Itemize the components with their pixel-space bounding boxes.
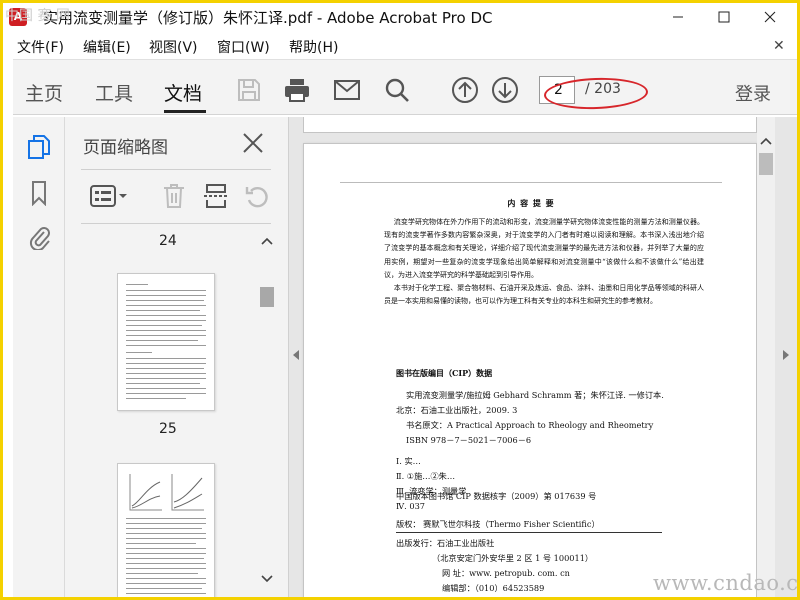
tab-document[interactable]: 文档 [164, 79, 202, 106]
thumbnail-chart [129, 474, 162, 511]
pdf-page: 内 容 提 要 流变学研究物体在外力作用下的流动和形变，流变测量学研究物体流变性… [303, 143, 757, 597]
publisher-line: （北京安定门外安华里 2 区 1 号 100011） [432, 553, 594, 563]
close-window-button[interactable] [747, 3, 793, 31]
copyright-line: 版权： 赛默飞世尔科技（Thermo Fisher Scientific） [396, 519, 600, 529]
arrow-up-circle-icon [452, 77, 478, 103]
page-thumbnail[interactable] [117, 273, 215, 411]
previous-page-button[interactable] [451, 76, 479, 104]
minimize-button[interactable] [655, 3, 701, 31]
acrobat-window: A 实用流变测量学（修订版）朱怀江译.pdf - Adobe Acrobat P… [3, 3, 797, 597]
scroll-up-arrow-icon[interactable] [760, 135, 772, 147]
publisher-line: 编辑部：（010）64523589 [442, 583, 545, 593]
email-icon [334, 80, 360, 100]
panel-close-button[interactable] [239, 129, 267, 157]
title-bar: A 实用流变测量学（修订版）朱怀江译.pdf - Adobe Acrobat P… [3, 3, 797, 31]
scrollbar-thumb[interactable] [759, 153, 773, 175]
menu-bar: 文件(F) 编辑(E) 视图(V) 窗口(W) 帮助(H) ✕ [3, 35, 797, 57]
search-icon [385, 78, 409, 102]
delete-pages-button[interactable] [157, 179, 191, 213]
page-thumbnails-icon [28, 135, 50, 159]
abstract-paragraph: 本书对于化学工程、聚合物材料、石油开采及炼运、食品、涂料、油墨和日用化学品等领域… [384, 284, 704, 306]
arrow-down-circle-icon [492, 77, 518, 103]
next-page-button[interactable] [491, 76, 519, 104]
cip-line: Ⅰ. 实… [396, 456, 421, 466]
close-document-icon[interactable]: ✕ [773, 38, 785, 54]
thumbnail-label: 24 [159, 233, 177, 249]
abstract-text: 流变学研究物体在外力作用下的流动和形变，流变测量学研究物体流变性能的测量方法和测… [384, 216, 704, 308]
expand-right-panel-icon[interactable] [781, 349, 791, 361]
menu-file[interactable]: 文件(F) [17, 37, 64, 57]
close-icon [764, 11, 776, 23]
save-icon [238, 79, 260, 101]
rotate-icon [245, 186, 268, 208]
thumbnail-scrollbar[interactable] [259, 233, 275, 595]
document-view[interactable]: 内 容 提 要 流变学研究物体在外力作用下的流动和形变，流变测量学研究物体流变性… [289, 117, 797, 597]
search-button[interactable] [383, 76, 411, 104]
publisher-line: 网 址：www. petropub. com. cn [442, 568, 570, 578]
close-icon [243, 133, 263, 153]
navigation-rail [13, 117, 65, 597]
cip-number: 中国版本图书馆 CIP 数据核字（2009）第 017639 号 [396, 491, 597, 501]
paperclip-icon [29, 227, 50, 250]
window-title: 实用流变测量学（修订版）朱怀江译.pdf - Adobe Acrobat Pro… [43, 9, 493, 27]
page-thumbnails-button[interactable] [25, 133, 53, 161]
menu-edit[interactable]: 编辑(E) [83, 37, 131, 57]
print-button[interactable] [283, 76, 311, 104]
thumbnail-options-button[interactable] [87, 179, 131, 213]
cip-line: 书名原文：A Practical Approach to Rheology an… [406, 420, 654, 430]
login-button[interactable]: 登录 [735, 80, 771, 106]
cip-line: 实用流变测量学/施拉姆 Gebhard Schramm 著；朱怀江译. 一修订本… [406, 390, 664, 400]
trash-icon [164, 184, 184, 208]
page-header-rule [340, 182, 722, 183]
thumbnail-label: 25 [159, 421, 177, 437]
page-thumbnail[interactable] [117, 463, 215, 597]
tab-home[interactable]: 主页 [25, 79, 63, 106]
previous-page-edge [303, 117, 757, 133]
cip-title: 图书在版编目（CIP）数据 [396, 368, 493, 378]
cip-line: ISBN 978－7－5021－7006－6 [406, 435, 532, 445]
page-thumbnails-panel: 页面缩略图 24 25 [65, 117, 289, 597]
scroll-up-arrow-icon[interactable] [261, 235, 273, 247]
maximize-button[interactable] [701, 3, 747, 31]
panel-divider [81, 169, 271, 170]
panel-divider [81, 223, 271, 224]
document-scrollbar[interactable] [757, 117, 775, 597]
publisher-info: 出版发行：石油工业出版社 （北京安定门外安华里 2 区 1 号 100011） … [396, 536, 593, 596]
cip-line: Ⅱ. ①施…②朱… [396, 471, 456, 481]
bookmarks-button[interactable] [25, 179, 53, 207]
attachments-button[interactable] [25, 223, 53, 251]
menu-help[interactable]: 帮助(H) [289, 37, 338, 57]
panel-title: 页面缩略图 [83, 138, 168, 158]
options-menu-icon [90, 185, 127, 207]
cip-line: 北京：石油工业出版社，2009. 3 [396, 405, 518, 415]
publisher-line: 出版发行：石油工业出版社 [396, 538, 495, 548]
divider-rule [396, 532, 662, 533]
save-button[interactable] [235, 76, 263, 104]
scroll-down-arrow-icon[interactable] [261, 573, 273, 585]
collapse-left-panel-icon[interactable] [291, 349, 301, 361]
extract-pages-icon [204, 184, 228, 208]
watermark: www.cndao.com [653, 571, 797, 595]
minimize-icon [673, 16, 683, 18]
main-toolbar: 主页 工具 文档 2 / 203 登录 [13, 59, 797, 115]
active-tab-indicator [164, 110, 206, 113]
abstract-paragraph: 流变学研究物体在外力作用下的流动和形变，流变测量学研究物体流变性能的测量方法和测… [384, 218, 704, 279]
rotate-pages-button[interactable] [241, 179, 275, 213]
bookmark-icon [32, 181, 46, 206]
maximize-icon [718, 11, 730, 23]
scrollbar-thumb[interactable] [260, 287, 274, 307]
thumbnail-chart [171, 474, 204, 511]
email-button[interactable] [333, 76, 361, 104]
page-heading: 内 容 提 要 [507, 198, 555, 208]
extract-pages-button[interactable] [199, 179, 233, 213]
menu-window[interactable]: 窗口(W) [217, 37, 270, 57]
menu-view[interactable]: 视图(V) [149, 37, 198, 57]
watermark-top: 中国 赛 网 [5, 8, 70, 24]
tab-tools[interactable]: 工具 [95, 79, 133, 106]
print-icon [285, 79, 309, 102]
